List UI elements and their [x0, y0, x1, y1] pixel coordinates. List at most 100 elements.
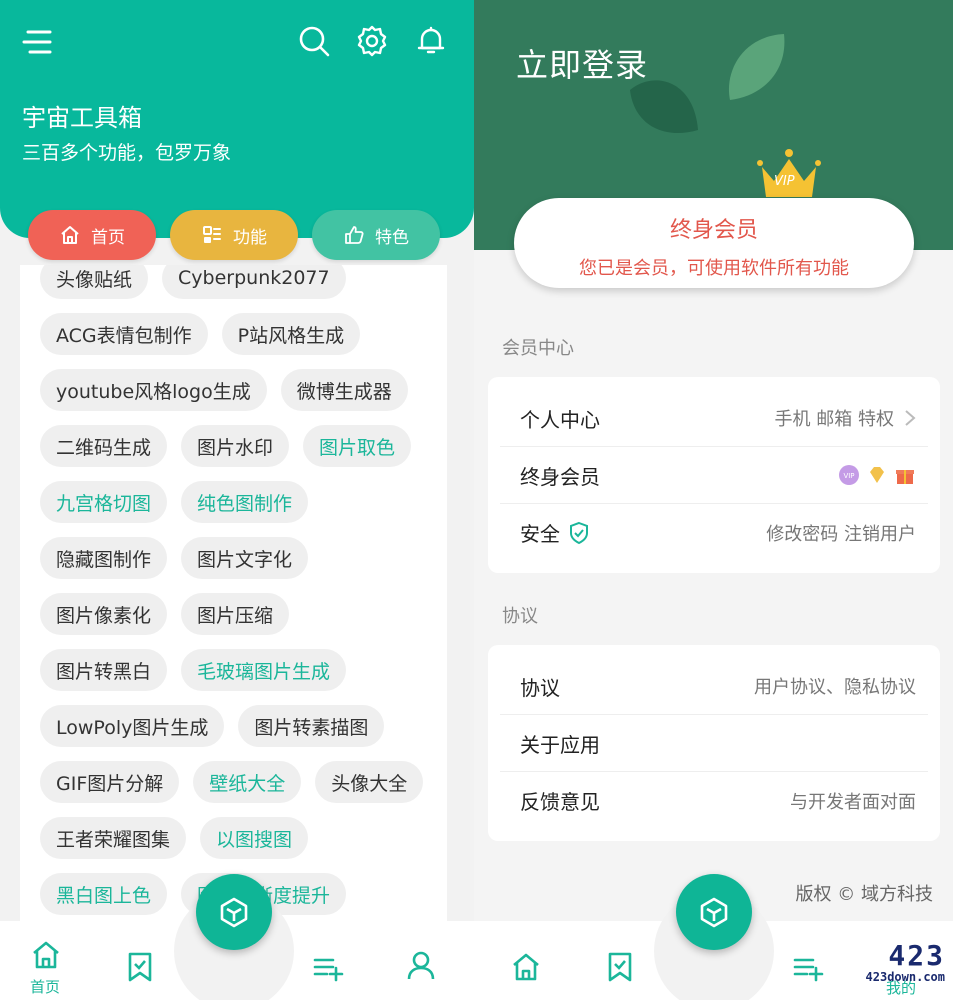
feature-chip[interactable]: 纯色图制作 — [181, 481, 309, 523]
chip-row: ACG表情包制作 P站风格生成 — [40, 313, 361, 355]
nav-home-label[interactable]: 首页 — [30, 976, 60, 997]
chip-row: 隐藏图制作 图片文字化 — [40, 537, 309, 579]
feature-chip[interactable]: youtube风格logo生成 — [40, 369, 267, 411]
feature-chip[interactable]: 毛玻璃图片生成 — [181, 649, 347, 691]
vip-crown-icon — [757, 149, 821, 197]
feature-chip[interactable]: 图片文字化 — [181, 537, 309, 579]
feature-chip[interactable]: LowPoly图片生成 — [40, 705, 225, 747]
chip-row: 九宫格切图 纯色图制作 — [40, 481, 309, 523]
row-label: 个人中心 — [520, 407, 600, 432]
diamond-icon — [870, 467, 884, 483]
member-list-card: 个人中心 手机 邮箱 特权 终身会员 VIP 安全 修改密码 注销用户 — [488, 377, 940, 573]
row-personal-center[interactable]: 个人中心 手机 邮箱 特权 — [500, 390, 928, 447]
bell-icon[interactable] — [414, 24, 448, 58]
chip-row: 二维码生成 图片水印 图片取色 — [40, 425, 412, 467]
feature-chip[interactable]: 头像贴纸 — [40, 265, 149, 299]
chip-row: 王者荣耀图集 以图搜图 — [40, 817, 309, 859]
vip-card[interactable]: 终身会员 您已是会员，可使用软件所有功能 — [514, 198, 914, 288]
feature-chip[interactable]: 王者荣耀图集 — [40, 817, 187, 859]
vip-description: 您已是会员，可使用软件所有功能 — [579, 258, 849, 279]
chip-row: youtube风格logo生成 微博生成器 — [40, 369, 408, 411]
center-fab-button[interactable] — [196, 874, 272, 950]
cube-icon — [220, 897, 248, 928]
chip-row: GIF图片分解 壁纸大全 头像大全 — [40, 761, 424, 803]
feature-chip[interactable]: ACG表情包制作 — [40, 313, 208, 355]
watermark-logo: 423 — [888, 939, 945, 972]
tab-functions[interactable]: 功能 — [170, 210, 298, 260]
feature-chip[interactable]: 图片转素描图 — [238, 705, 385, 747]
row-label: 协议 — [520, 675, 560, 700]
row-about-app[interactable]: 关于应用 — [500, 715, 928, 772]
nav-bookmark-icon[interactable] — [604, 951, 636, 983]
feature-chip[interactable]: 图片水印 — [181, 425, 290, 467]
nav-home-icon[interactable] — [30, 939, 62, 971]
nav-home-icon[interactable] — [510, 951, 542, 983]
feature-chip[interactable]: 图片压缩 — [181, 593, 290, 635]
vip-badge-text: VIP — [774, 174, 795, 189]
member-badges: VIP — [838, 464, 916, 486]
feature-chip[interactable]: GIF图片分解 — [40, 761, 180, 803]
site-watermark: 423 423down.com — [865, 939, 945, 985]
feature-chip[interactable]: 头像大全 — [315, 761, 424, 803]
agreement-list-card: 协议 用户协议、隐私协议 关于应用 反馈意见 与开发者面对面 — [488, 645, 940, 841]
menu-icon[interactable] — [22, 28, 52, 56]
row-detail: 与开发者面对面 — [790, 791, 916, 813]
home-header: 宇宙工具箱 三百多个功能，包罗万象 — [0, 0, 474, 238]
row-detail[interactable]: 用户协议、隐私协议 — [754, 673, 916, 699]
row-feedback[interactable]: 反馈意见 与开发者面对面 — [500, 772, 928, 829]
nav-playlist-icon[interactable] — [312, 951, 344, 983]
nav-user-icon[interactable] — [405, 949, 437, 981]
chip-row: 图片转黑白 毛玻璃图片生成 — [40, 649, 347, 691]
feature-chip[interactable]: 黑白图上色 — [40, 873, 168, 915]
tab-featured[interactable]: 特色 — [312, 210, 440, 260]
search-icon[interactable] — [297, 24, 331, 58]
feature-chip[interactable]: 以图搜图 — [200, 817, 309, 859]
vip-badge-icon: VIP — [839, 465, 859, 485]
feature-chip[interactable]: 微博生成器 — [280, 369, 408, 411]
row-detail-text: 手机 邮箱 特权 — [774, 409, 894, 430]
row-label: 终身会员 — [520, 464, 600, 489]
settings-icon[interactable] — [355, 24, 389, 58]
row-label: 安全 — [520, 518, 590, 547]
feature-chip[interactable]: 图片像素化 — [40, 593, 168, 635]
chip-row: 头像贴纸 Cyberpunk2077 — [40, 265, 346, 299]
row-label: 关于应用 — [520, 732, 600, 757]
row-security[interactable]: 安全 修改密码 注销用户 — [500, 504, 928, 561]
row-label-text: 安全 — [520, 522, 560, 546]
shield-check-icon — [570, 521, 588, 544]
tab-featured-label: 特色 — [375, 227, 409, 248]
feature-chip[interactable]: 图片转黑白 — [40, 649, 168, 691]
feature-chip[interactable]: 隐藏图制作 — [40, 537, 168, 579]
row-lifetime-member[interactable]: 终身会员 VIP — [500, 447, 928, 504]
feature-chip-list: 头像贴纸 Cyberpunk2077 ACG表情包制作 P站风格生成 youtube风格… — [20, 265, 447, 925]
feature-chip[interactable]: 九宫格切图 — [40, 481, 168, 523]
home-screen: 宇宙工具箱 三百多个功能，包罗万象 头像贴纸 Cyberpunk2077 ACG表情… — [0, 0, 474, 1000]
feature-chip[interactable]: Cyberpunk2077 — [162, 265, 346, 299]
cube-icon — [700, 897, 728, 928]
leaf-dark-icon — [630, 80, 698, 134]
app-title: 宇宙工具箱 — [22, 104, 142, 132]
chip-row: LowPoly图片生成 图片转素描图 — [40, 705, 385, 747]
tab-home[interactable]: 首页 — [28, 210, 156, 260]
feature-chip[interactable]: 壁纸大全 — [193, 761, 302, 803]
feature-chip[interactable]: 二维码生成 — [40, 425, 168, 467]
section-agreement-title: 协议 — [502, 606, 538, 627]
app-subtitle: 三百多个功能，包罗万象 — [22, 142, 232, 164]
feature-chip[interactable]: 图片取色 — [303, 425, 412, 467]
row-label: 反馈意见 — [520, 790, 600, 814]
nav-playlist-icon[interactable] — [792, 951, 824, 983]
feature-chip[interactable]: P站风格生成 — [221, 313, 361, 355]
chip-row: 图片像素化 图片压缩 — [40, 593, 290, 635]
gift-icon — [896, 470, 914, 484]
watermark-url: 423down.com — [865, 970, 945, 984]
svg-text:VIP: VIP — [843, 472, 854, 480]
home-icon — [61, 226, 79, 244]
nav-bookmark-icon[interactable] — [124, 951, 156, 983]
row-detail[interactable]: 修改密码 注销用户 — [766, 520, 916, 546]
chevron-right-icon — [905, 410, 916, 426]
center-fab-button[interactable] — [676, 874, 752, 950]
grid-icon — [203, 226, 221, 243]
row-agreement[interactable]: 协议 用户协议、隐私协议 — [500, 658, 928, 715]
thumbs-up-icon — [345, 226, 364, 244]
tab-home-label: 首页 — [91, 227, 125, 248]
